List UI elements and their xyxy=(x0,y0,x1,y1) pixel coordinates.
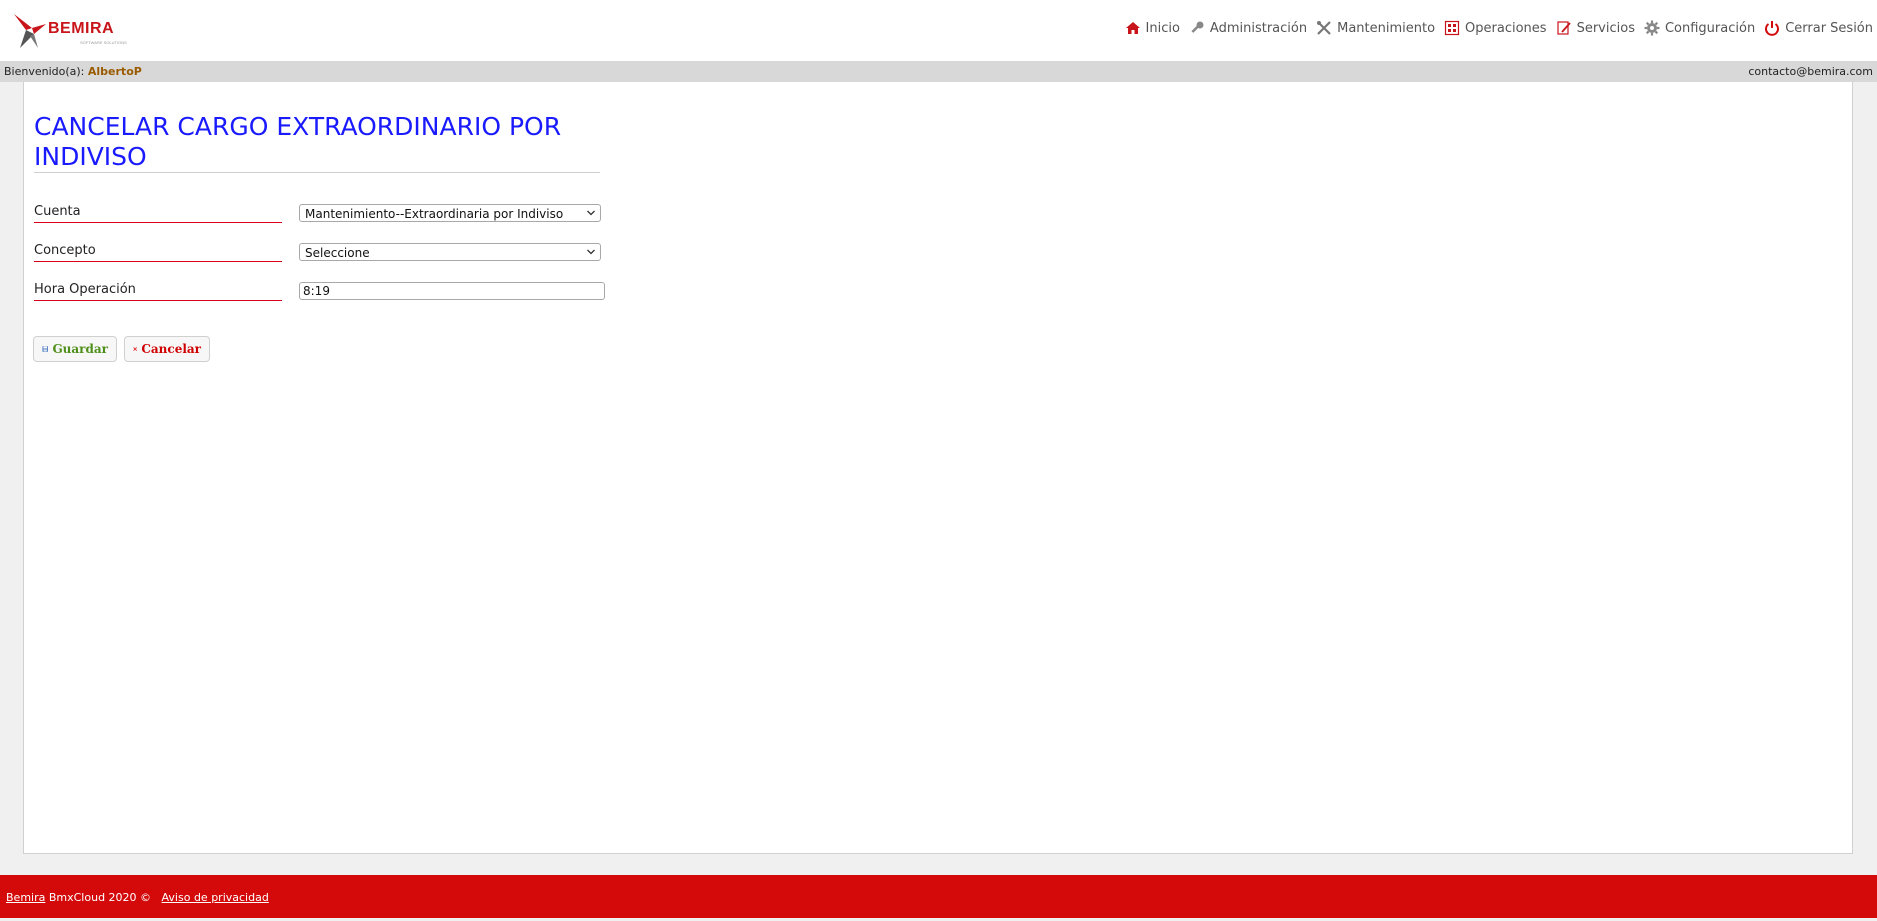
edit-document-icon xyxy=(1556,21,1571,35)
welcome-username: AlbertoP xyxy=(87,65,142,78)
hora-row: Hora Operación 8:19 xyxy=(34,278,605,302)
nav-administracion-label: Administración xyxy=(1209,20,1308,36)
concepto-label: Concepto xyxy=(34,243,282,262)
nav-operaciones[interactable]: Operaciones xyxy=(1444,20,1547,36)
main-nav: Inicio Administración Mantenimiento Oper… xyxy=(1125,18,1873,38)
cuenta-select[interactable]: Mantenimiento--Extraordinaria por Indivi… xyxy=(299,204,601,222)
welcome-bar: Bienvenido(a): AlbertoP contacto@bemira.… xyxy=(0,61,1877,82)
concepto-select-value: Seleccione xyxy=(305,246,370,260)
chevron-down-icon xyxy=(587,210,595,216)
hora-input[interactable]: 8:19 xyxy=(299,282,605,300)
tools-icon xyxy=(1317,21,1331,35)
close-icon xyxy=(133,347,137,351)
gear-icon xyxy=(1644,20,1660,36)
nav-cerrar-sesion-label: Cerrar Sesión xyxy=(1785,20,1873,36)
main-content: CANCELAR CARGO EXTRAORDINARIO POR INDIVI… xyxy=(23,82,1853,854)
nav-inicio[interactable]: Inicio xyxy=(1125,20,1180,36)
home-icon xyxy=(1125,22,1140,34)
top-header: BEMIRA SOFTWARE SOLUTIONS Inicio Adminis… xyxy=(0,0,1877,61)
title-divider xyxy=(34,172,600,173)
page-title: CANCELAR CARGO EXTRAORDINARIO POR INDIVI… xyxy=(34,112,562,171)
nav-configuracion[interactable]: Configuración xyxy=(1644,20,1755,36)
save-icon xyxy=(42,346,49,352)
power-icon xyxy=(1765,21,1780,36)
cancel-button-label: Cancelar xyxy=(141,342,201,356)
nav-servicios-label: Servicios xyxy=(1576,20,1635,36)
nav-servicios[interactable]: Servicios xyxy=(1556,20,1635,36)
concepto-select[interactable]: Seleccione xyxy=(299,243,601,261)
nav-mantenimiento-label: Mantenimiento xyxy=(1337,20,1436,36)
hora-label: Hora Operación xyxy=(34,282,282,301)
save-button-label: Guardar xyxy=(52,342,108,356)
bemira-star-icon xyxy=(14,14,46,48)
nav-inicio-label: Inicio xyxy=(1145,20,1180,36)
cuenta-label: Cuenta xyxy=(34,204,282,223)
calculator-icon xyxy=(1444,20,1460,36)
save-button[interactable]: Guardar xyxy=(33,336,117,362)
cancel-button[interactable]: Cancelar xyxy=(124,336,210,362)
nav-cerrar-sesion[interactable]: Cerrar Sesión xyxy=(1764,20,1873,36)
nav-configuracion-label: Configuración xyxy=(1664,20,1756,36)
logo-subtitle: SOFTWARE SOLUTIONS xyxy=(80,40,127,45)
chevron-down-icon xyxy=(587,249,595,255)
footer: Bemira BmxCloud 2020 © Aviso de privacid… xyxy=(0,875,1877,918)
privacy-link[interactable]: Aviso de privacidad xyxy=(162,891,269,904)
concepto-row: Concepto Seleccione xyxy=(34,239,604,263)
nav-administracion[interactable]: Administración xyxy=(1189,20,1307,36)
welcome-label: Bienvenido(a): xyxy=(4,65,85,78)
cuenta-select-value: Mantenimiento--Extraordinaria por Indivi… xyxy=(305,207,564,221)
contact-email: contacto@bemira.com xyxy=(1748,65,1873,78)
bemira-link[interactable]: Bemira xyxy=(6,891,45,904)
cuenta-row: Cuenta Mantenimiento--Extraordinaria por… xyxy=(34,200,604,224)
welcome-message: Bienvenido(a): AlbertoP xyxy=(4,61,142,82)
nav-mantenimiento[interactable]: Mantenimiento xyxy=(1316,20,1435,36)
bemira-logo[interactable]: BEMIRA SOFTWARE SOLUTIONS xyxy=(12,8,142,52)
logo-text: BEMIRA xyxy=(48,20,115,37)
footer-content: Bemira BmxCloud 2020 © Aviso de privacid… xyxy=(6,875,269,921)
footer-copyright: BmxCloud 2020 © xyxy=(48,891,152,904)
nav-operaciones-label: Operaciones xyxy=(1465,20,1547,36)
key-icon xyxy=(1191,21,1204,33)
